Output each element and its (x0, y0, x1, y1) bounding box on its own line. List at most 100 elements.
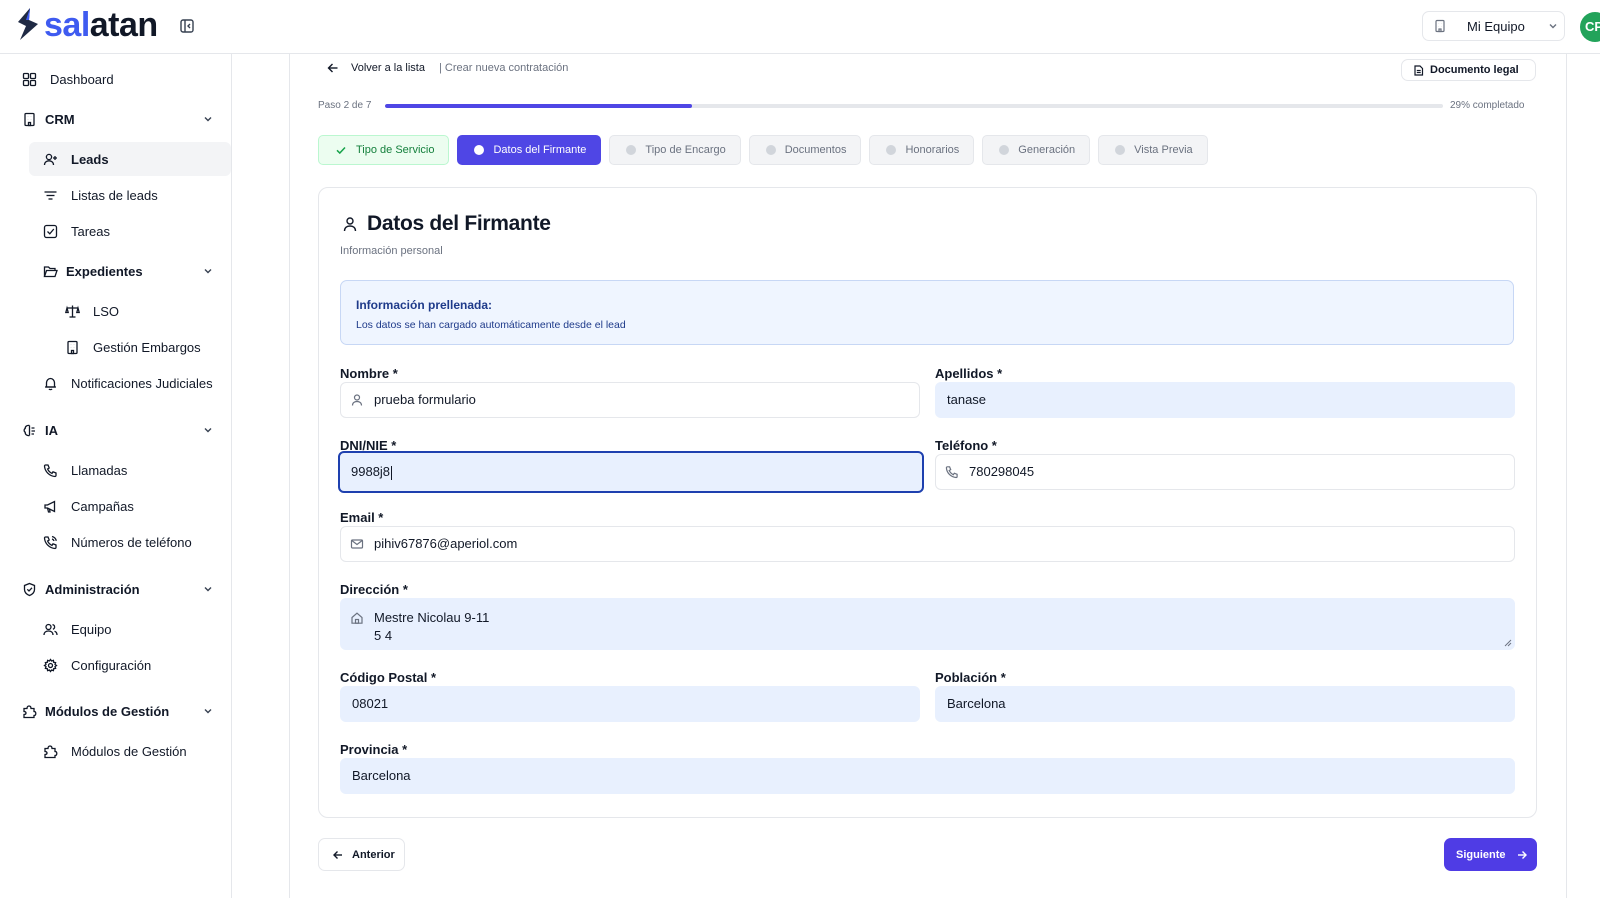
sidebar-item-label: Configuración (71, 657, 152, 673)
email-field[interactable]: pihiv67876@aperiol.com (340, 526, 1515, 562)
avatar[interactable]: CP (1580, 12, 1600, 42)
next-button[interactable]: Siguiente (1444, 838, 1537, 871)
step-dot-icon (474, 145, 485, 155)
sidebar-item-label: LSO (93, 303, 120, 319)
step-counter: Paso 2 de 7 (318, 100, 372, 111)
legal-document-button[interactable]: Documento legal (1401, 59, 1536, 81)
sidebar-item-label: Campañas (71, 498, 134, 514)
step-label: Tipo de Servicio (356, 144, 435, 156)
sidebar-item-dashboard[interactable]: Dashboard (22, 62, 228, 96)
prefilled-info-banner: Información prellenada: Los datos se han… (340, 280, 1514, 345)
sidebar-item-modules[interactable]: Módulos de Gestión (43, 734, 228, 768)
direccion-value: Mestre Nicolau 9-11 5 4 (374, 610, 490, 643)
poblacion-label: Población * (935, 670, 1006, 685)
chevron-down-icon (204, 709, 212, 714)
nombre-label: Nombre * (340, 366, 398, 381)
user-icon (343, 217, 357, 232)
nombre-value: prueba formulario (374, 392, 476, 407)
sidebar-group-administration[interactable]: Administración (22, 572, 228, 606)
sidebar-item-configuration[interactable]: Configuración (43, 648, 228, 682)
back-link-label: Volver a la lista (351, 62, 425, 74)
sidebar-item-lead-lists[interactable]: Listas de leads (43, 178, 228, 212)
brain-icon (23, 424, 35, 436)
apellidos-field[interactable]: tanase (935, 382, 1515, 418)
nombre-field[interactable]: prueba formulario (340, 382, 920, 418)
sidebar-item-label: Llamadas (71, 462, 128, 478)
sidebar-group-expedientes[interactable]: Expedientes (43, 254, 228, 288)
direccion-textarea[interactable]: Mestre Nicolau 9-11 5 4 (340, 598, 1515, 650)
sidebar-group-ia[interactable]: IA (22, 413, 228, 447)
step-generacion[interactable]: Generación (982, 135, 1091, 165)
check-icon (336, 146, 346, 155)
stepper: Tipo de Servicio Datos del Firmante Tipo… (318, 135, 1216, 165)
filter-list-icon (44, 190, 57, 200)
logo[interactable]: salatan (14, 6, 158, 44)
previous-button-label: Anterior (352, 848, 395, 861)
chevron-down-icon (204, 117, 212, 122)
poblacion-field[interactable]: Barcelona (935, 686, 1515, 722)
telefono-field[interactable]: 780298045 (935, 454, 1515, 490)
email-label: Email * (340, 510, 384, 525)
sidebar-group-label: Administración (45, 581, 140, 597)
sidebar-item-campaigns[interactable]: Campañas (43, 489, 228, 523)
sidebar-item-phone-numbers[interactable]: Números de teléfono (43, 525, 228, 559)
phone-call-icon (43, 535, 57, 549)
progress-percent: 29% completado (1450, 100, 1525, 111)
step-documentos[interactable]: Documentos (748, 135, 862, 165)
step-datos-firmante[interactable]: Datos del Firmante (457, 135, 602, 165)
logo-mark-icon (18, 8, 38, 40)
sidebar-group-modules[interactable]: Módulos de Gestión (22, 694, 228, 728)
logo-text: salatan (44, 6, 158, 44)
sidebar-item-calls[interactable]: Llamadas (43, 453, 228, 487)
step-tipo-servicio[interactable]: Tipo de Servicio (318, 135, 450, 165)
progress-bar (385, 104, 1443, 108)
shield-icon (23, 582, 36, 596)
progress-bar-fill (385, 104, 692, 108)
mail-icon (350, 539, 364, 549)
folder-open-icon (43, 265, 58, 277)
chevron-down-icon (1549, 24, 1557, 29)
sidebar-group-label: Módulos de Gestión (45, 703, 170, 719)
sidebar-item-lso[interactable]: LSO (65, 294, 228, 328)
megaphone-icon (44, 499, 56, 513)
next-button-label: Siguiente (1456, 848, 1506, 861)
sidebar-item-tasks[interactable]: Tareas (43, 214, 228, 248)
checkbox-icon (43, 224, 58, 238)
info-banner-text: Los datos se han cargado automáticamente… (356, 319, 626, 331)
scale-icon (65, 304, 80, 318)
provincia-value: Barcelona (352, 768, 411, 783)
sidebar-item-label: Equipo (71, 621, 112, 637)
poblacion-value: Barcelona (947, 696, 1006, 711)
user-icon (351, 394, 363, 406)
step-tipo-encargo[interactable]: Tipo de Encargo (609, 135, 741, 165)
previous-button[interactable]: Anterior (318, 838, 405, 871)
team-selector[interactable]: Mi Equipo (1422, 11, 1565, 41)
resize-handle-icon[interactable] (1504, 639, 1512, 647)
sidebar-item-judicial-notifications[interactable]: Notificaciones Judiciales (43, 366, 228, 400)
sidebar-toggle-icon[interactable] (178, 17, 196, 35)
sidebar-item-label: Notificaciones Judiciales (71, 375, 213, 391)
dni-field[interactable]: 9988j8 (338, 451, 924, 493)
sidebar-item-team[interactable]: Equipo (43, 612, 228, 646)
building-icon (1435, 19, 1445, 33)
apellidos-label: Apellidos * (935, 366, 1003, 381)
sidebar-group-label: Expedientes (66, 263, 143, 279)
form-title-text: Datos del Firmante (367, 212, 551, 235)
sidebar-item-label: Listas de leads (71, 187, 158, 203)
step-label: Honorarios (905, 144, 960, 156)
step-vista-previa[interactable]: Vista Previa (1098, 135, 1208, 165)
sidebar-item-embargos[interactable]: Gestión Embargos (65, 330, 228, 364)
provincia-field[interactable]: Barcelona (340, 758, 1515, 794)
apellidos-value: tanase (947, 392, 987, 407)
back-link[interactable]: Volver a la lista | Crear nueva contrata… (326, 61, 568, 75)
sidebar-item-label: Leads (71, 151, 109, 167)
sidebar-group-crm[interactable]: CRM (22, 102, 228, 136)
home-icon (351, 612, 363, 624)
step-label: Tipo de Encargo (645, 144, 726, 156)
building-icon (67, 340, 78, 354)
telefono-label: Teléfono * (935, 438, 997, 453)
sidebar-item-label: Módulos de Gestión (71, 743, 187, 759)
codigo-postal-field[interactable]: 08021 (340, 686, 920, 722)
sidebar-item-leads[interactable]: Leads (29, 142, 231, 176)
step-honorarios[interactable]: Honorarios (869, 135, 975, 165)
